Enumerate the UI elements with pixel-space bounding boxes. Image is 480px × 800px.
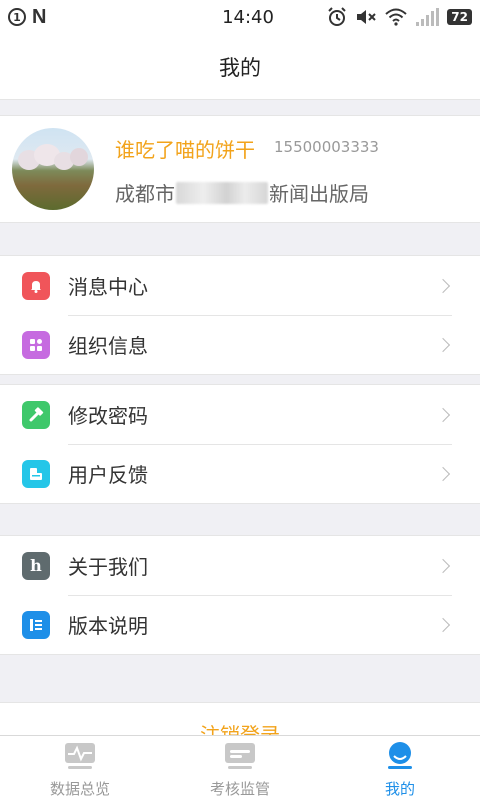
wifi-icon — [385, 8, 407, 26]
grid-icon — [22, 330, 50, 359]
menu-item-label: 版本说明 — [68, 614, 148, 638]
menu-item-version-notes[interactable]: 版本说明 — [0, 595, 480, 654]
page-title: 我的 — [219, 55, 261, 80]
redacted-text — [176, 181, 268, 204]
status-bar: 1 N 14:40 72 — [0, 0, 480, 34]
menu-item-label: 关于我们 — [68, 555, 148, 579]
card-icon — [224, 742, 256, 770]
pulse-chart-icon — [64, 742, 96, 770]
nfc-n-icon: N — [32, 5, 47, 28]
chevron-right-icon — [435, 617, 451, 632]
menu-item-label: 修改密码 — [68, 404, 148, 428]
logout-label: 注销登录 — [200, 723, 280, 736]
chevron-right-icon — [435, 407, 451, 422]
tab-data-overview[interactable]: 数据总览 — [0, 736, 160, 800]
chevron-right-icon — [435, 278, 451, 293]
menu-item-message-center[interactable]: 消息中心 — [0, 256, 480, 315]
tab-label: 我的 — [384, 780, 415, 798]
page-header: 我的 — [0, 34, 480, 100]
alarm-icon — [328, 7, 347, 26]
tab-label: 数据总览 — [49, 780, 110, 798]
profile-name: 谁吃了喵的饼干 — [115, 138, 255, 162]
feedback-icon — [22, 459, 50, 488]
org-prefix: 成都市 — [115, 182, 175, 206]
chevron-right-icon — [435, 558, 451, 573]
list-icon — [22, 610, 50, 639]
tab-label: 考核监管 — [209, 780, 270, 798]
tab-assessment-supervision[interactable]: 考核监管 — [160, 736, 320, 800]
menu-group-about: h 关于我们 版本说明 — [0, 535, 480, 655]
menu-item-organization-info[interactable]: 组织信息 — [0, 315, 480, 374]
menu-group-account: 修改密码 用户反馈 — [0, 384, 480, 504]
status-time: 14:40 — [222, 6, 274, 28]
signal-icon — [416, 8, 440, 26]
mute-icon — [357, 10, 377, 24]
menu-group-messages: 消息中心 组织信息 — [0, 255, 480, 375]
user-icon — [384, 742, 416, 770]
chevron-right-icon — [435, 337, 451, 352]
menu-item-change-password[interactable]: 修改密码 — [0, 385, 480, 444]
org-suffix: 新闻出版局 — [269, 182, 369, 206]
hammer-icon — [22, 400, 50, 429]
logout-button[interactable]: 注销登录 — [0, 702, 480, 736]
profile-organization: 成都市 新闻出版局 — [115, 178, 369, 207]
profile-phone: 15500003333 — [274, 138, 379, 156]
chevron-right-icon — [435, 466, 451, 481]
menu-item-label: 组织信息 — [68, 334, 148, 358]
menu-item-label: 消息中心 — [68, 275, 148, 299]
h-letter-icon: h — [22, 551, 50, 580]
bell-icon — [22, 271, 50, 300]
menu-item-label: 用户反馈 — [68, 463, 148, 487]
avatar[interactable] — [12, 128, 94, 210]
profile-card[interactable]: 谁吃了喵的饼干 15500003333 成都市 新闻出版局 — [0, 115, 480, 223]
tab-mine[interactable]: 我的 — [320, 736, 480, 800]
menu-item-about-us[interactable]: h 关于我们 — [0, 536, 480, 595]
notification-count-icon: 1 — [8, 8, 26, 26]
battery-icon: 72 — [447, 9, 472, 25]
menu-item-user-feedback[interactable]: 用户反馈 — [0, 444, 480, 503]
bottom-tab-bar: 数据总览 考核监管 我的 — [0, 735, 480, 800]
